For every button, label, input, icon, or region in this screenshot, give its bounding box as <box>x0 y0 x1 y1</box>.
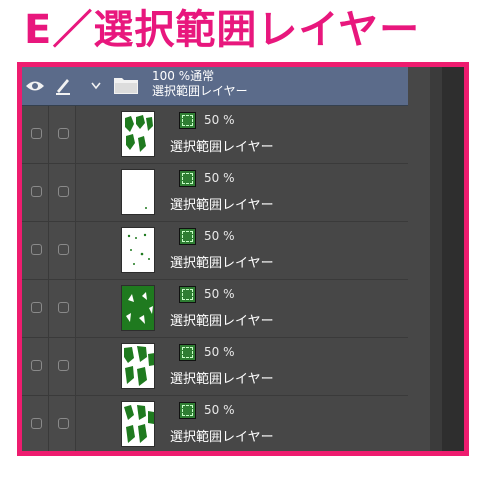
layer-panel: 100 %通常 選択範囲レイヤー 50 % 選択範囲レイヤー 50 % 選択範囲… <box>22 67 442 451</box>
folder-visibility-cell[interactable] <box>22 67 48 105</box>
folder-layer-row[interactable]: 100 %通常 選択範囲レイヤー <box>22 67 408 106</box>
layer-opacity: 50 % <box>204 345 235 359</box>
layer-row[interactable]: 50 % 選択範囲レイヤー <box>22 338 408 396</box>
folder-label: 100 %通常 選択範囲レイヤー <box>152 69 248 99</box>
selection-mask-icon <box>179 228 196 245</box>
layer-thumbnail <box>121 227 155 273</box>
layer-name: 選択範囲レイヤー <box>170 314 274 329</box>
visibility-checkbox[interactable] <box>31 186 42 197</box>
visibility-checkbox[interactable] <box>31 302 42 313</box>
folder-edit-cell[interactable] <box>49 67 75 105</box>
lock-checkbox[interactable] <box>58 360 69 371</box>
selection-mask-icon <box>179 402 196 419</box>
layer-thumbnail <box>121 111 155 157</box>
layer-thumbnail <box>121 169 155 215</box>
folder-opacity-blend: 100 %通常 <box>152 69 215 83</box>
folder-icon <box>114 78 138 94</box>
layer-row[interactable]: 50 % 選択範囲レイヤー <box>22 396 408 451</box>
visibility-checkbox[interactable] <box>31 128 42 139</box>
panel-scrollbar[interactable] <box>442 67 464 451</box>
lock-checkbox[interactable] <box>58 186 69 197</box>
pen-icon[interactable] <box>54 76 72 96</box>
layer-thumbnail <box>121 343 155 389</box>
layer-row[interactable]: 50 % 選択範囲レイヤー <box>22 280 408 338</box>
layer-name: 選択範囲レイヤー <box>170 256 274 271</box>
selection-mask-icon <box>179 170 196 187</box>
layer-opacity: 50 % <box>204 287 235 301</box>
layer-opacity: 50 % <box>204 171 235 185</box>
chevron-down-icon[interactable] <box>91 82 101 90</box>
layer-row[interactable]: 50 % 選択範囲レイヤー <box>22 106 408 164</box>
layer-name: 選択範囲レイヤー <box>170 140 274 155</box>
layer-name: 選択範囲レイヤー <box>170 430 274 445</box>
visibility-checkbox[interactable] <box>31 244 42 255</box>
lock-checkbox[interactable] <box>58 418 69 429</box>
layer-row[interactable]: 50 % 選択範囲レイヤー <box>22 222 408 280</box>
selection-mask-icon <box>179 112 196 129</box>
layer-opacity: 50 % <box>204 113 235 127</box>
selection-mask-icon <box>179 286 196 303</box>
layer-name: 選択範囲レイヤー <box>170 198 274 213</box>
layer-panel-frame: 100 %通常 選択範囲レイヤー 50 % 選択範囲レイヤー 50 % 選択範囲… <box>17 62 469 456</box>
eye-icon[interactable] <box>25 79 45 93</box>
lock-checkbox[interactable] <box>58 128 69 139</box>
layer-thumbnail <box>121 401 155 447</box>
layer-opacity: 50 % <box>204 229 235 243</box>
selection-mask-icon <box>179 344 196 361</box>
lock-checkbox[interactable] <box>58 302 69 313</box>
page-heading: E／選択範囲レイヤー <box>24 7 421 53</box>
layer-name: 選択範囲レイヤー <box>170 372 274 387</box>
lock-checkbox[interactable] <box>58 244 69 255</box>
layer-row[interactable]: 50 % 選択範囲レイヤー <box>22 164 408 222</box>
panel-right-gutter <box>430 67 442 451</box>
layer-opacity: 50 % <box>204 403 235 417</box>
layer-thumbnail <box>121 285 155 331</box>
visibility-checkbox[interactable] <box>31 418 42 429</box>
folder-name: 選択範囲レイヤー <box>152 84 248 98</box>
visibility-checkbox[interactable] <box>31 360 42 371</box>
